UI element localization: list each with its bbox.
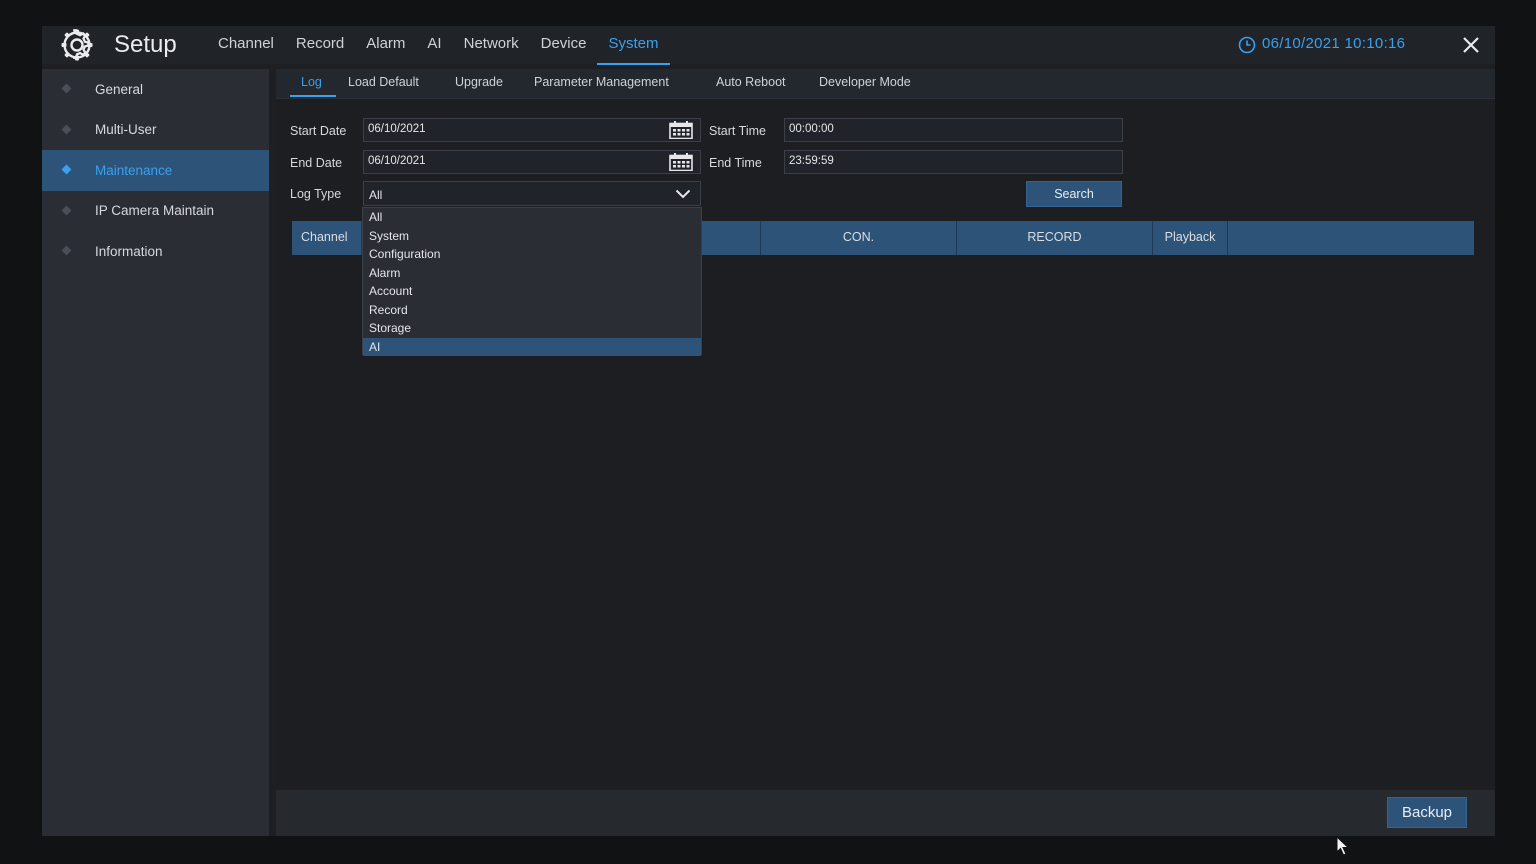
dropdown-option-configuration[interactable]: Configuration xyxy=(363,245,701,264)
tab-load-default[interactable]: Load Default xyxy=(348,75,419,89)
nav-network[interactable]: Network xyxy=(453,26,530,64)
end-date-label: End Date xyxy=(290,156,343,170)
column-channel: Channel xyxy=(292,221,362,255)
column-con: CON. xyxy=(761,221,957,255)
dropdown-option-system[interactable]: System xyxy=(363,227,701,246)
column-extra xyxy=(1228,221,1474,255)
sidebar-item-label: Maintenance xyxy=(95,162,173,178)
tab-parameter-management[interactable]: Parameter Management xyxy=(534,75,669,89)
chevron-down-icon xyxy=(675,189,691,199)
sidebar-item-label: IP Camera Maintain xyxy=(95,203,215,219)
close-icon[interactable] xyxy=(1462,36,1480,54)
tab-auto-reboot[interactable]: Auto Reboot xyxy=(716,75,786,89)
page-title: Setup xyxy=(114,31,177,58)
sub-tabs: Log Load Default Upgrade Parameter Manag… xyxy=(276,69,1495,99)
sidebar-item-ip-camera-maintain[interactable]: IP Camera Maintain xyxy=(42,191,269,232)
start-time-input[interactable]: 00:00:00 xyxy=(784,118,1123,142)
nav-alarm[interactable]: Alarm xyxy=(355,26,416,64)
sidebar-item-label: Information xyxy=(95,243,163,259)
setup-window: Setup Channel Record Alarm AI Network De… xyxy=(42,26,1495,836)
sidebar-item-maintenance[interactable]: Maintenance xyxy=(42,150,269,191)
dropdown-option-storage[interactable]: Storage xyxy=(363,319,701,338)
dropdown-option-ai[interactable]: AI xyxy=(363,337,701,356)
active-tab-indicator xyxy=(290,95,336,97)
sidebar-item-multi-user[interactable]: Multi-User xyxy=(42,110,269,151)
start-date-input[interactable]: 06/10/2021 xyxy=(363,118,701,142)
start-time-label: Start Time xyxy=(709,124,766,138)
tab-developer-mode[interactable]: Developer Mode xyxy=(819,75,911,89)
calendar-icon[interactable] xyxy=(669,121,693,139)
sidebar-item-general[interactable]: General xyxy=(42,69,269,110)
dropdown-option-alarm[interactable]: Alarm xyxy=(363,264,701,283)
sidebar-item-label: General xyxy=(95,81,144,97)
end-time-input[interactable]: 23:59:59 xyxy=(784,150,1123,174)
dropdown-option-record[interactable]: Record xyxy=(363,301,701,320)
top-nav: Channel Record Alarm AI Network Device S… xyxy=(207,26,670,65)
start-date-label: Start Date xyxy=(290,124,347,138)
footer-bar: Backup xyxy=(276,790,1495,836)
tab-upgrade[interactable]: Upgrade xyxy=(455,75,503,89)
column-record: RECORD xyxy=(957,221,1153,255)
top-bar: Setup Channel Record Alarm AI Network De… xyxy=(42,26,1495,65)
nav-ai[interactable]: AI xyxy=(416,26,452,64)
end-date-input[interactable]: 06/10/2021 xyxy=(363,150,701,174)
main-panel: Log Load Default Upgrade Parameter Manag… xyxy=(276,69,1495,789)
dropdown-option-all[interactable]: All xyxy=(363,208,701,227)
calendar-icon[interactable] xyxy=(669,153,693,171)
diamond-icon xyxy=(61,245,72,256)
sidebar: General Multi-User Maintenance IP Camera… xyxy=(42,69,269,836)
log-type-label: Log Type xyxy=(290,187,342,201)
nav-record[interactable]: Record xyxy=(285,26,355,64)
clock-icon xyxy=(1238,36,1256,54)
nav-device[interactable]: Device xyxy=(530,26,598,64)
nav-channel[interactable]: Channel xyxy=(207,26,285,64)
dropdown-option-account[interactable]: Account xyxy=(363,282,701,301)
column-playback: Playback xyxy=(1153,221,1228,255)
mouse-cursor-icon xyxy=(1336,836,1350,856)
system-datetime: 06/10/2021 10:10:16 xyxy=(1262,35,1406,52)
diamond-icon xyxy=(61,124,72,134)
search-button[interactable]: Search xyxy=(1026,181,1122,207)
nav-system[interactable]: System xyxy=(597,26,670,65)
backup-button[interactable]: Backup xyxy=(1387,797,1467,828)
log-type-dropdown: All System Configuration Alarm Account R… xyxy=(362,207,702,356)
gear-icon xyxy=(61,29,93,61)
sidebar-item-information[interactable]: Information xyxy=(42,231,269,272)
end-time-label: End Time xyxy=(709,156,762,170)
sidebar-item-label: Multi-User xyxy=(95,122,157,138)
log-type-select[interactable]: All xyxy=(363,181,701,206)
log-type-value: All xyxy=(369,188,383,202)
tab-log[interactable]: Log xyxy=(301,75,322,89)
diamond-icon xyxy=(61,164,72,175)
diamond-icon xyxy=(61,205,72,215)
diamond-icon xyxy=(61,83,72,94)
